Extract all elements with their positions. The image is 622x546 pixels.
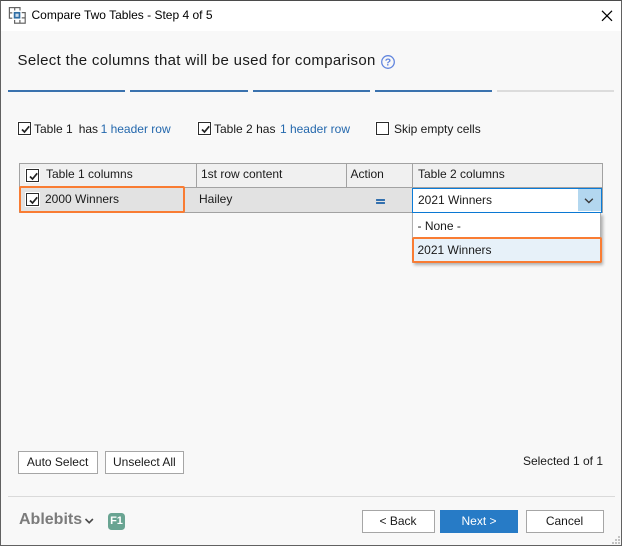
svg-text:?: ?	[385, 57, 391, 69]
